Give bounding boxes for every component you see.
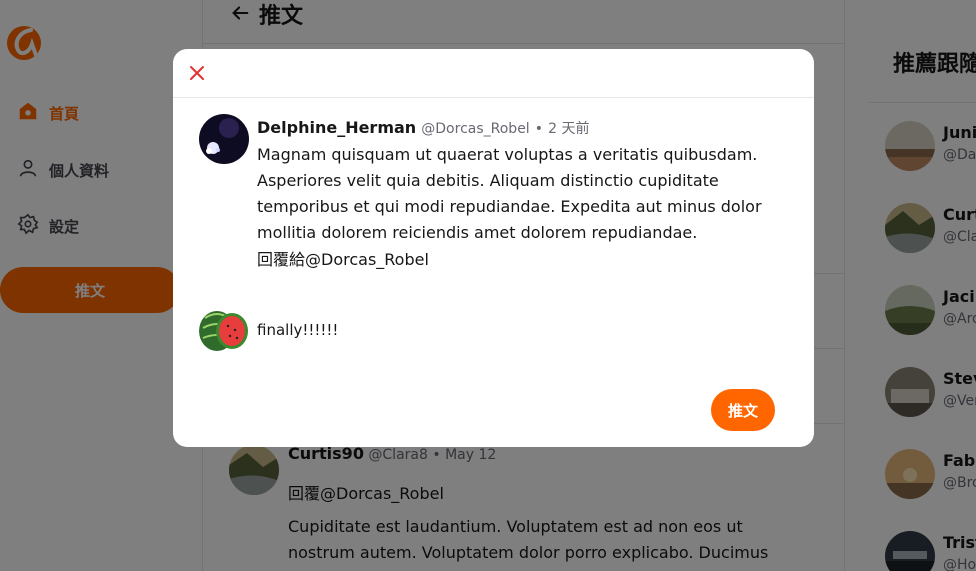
watermelon-avatar-icon[interactable] [199, 306, 249, 356]
reply-input[interactable] [257, 317, 777, 343]
submit-reply-button[interactable]: 推文 [711, 389, 775, 431]
tweet-header: Delphine_Herman @Dorcas_Robel • 2 天前 [257, 118, 590, 138]
separator-dot: • [534, 121, 544, 137]
reply-modal: Delphine_Herman @Dorcas_Robel • 2 天前 Mag… [173, 49, 814, 447]
divider [173, 97, 814, 98]
avatar[interactable] [199, 114, 249, 164]
tweet-author-handle: @Dorcas_Robel [421, 121, 530, 137]
tweet-body: Magnam quisquam ut quaerat voluptas a ve… [257, 145, 762, 242]
tweet-time: 2 天前 [548, 121, 590, 137]
close-icon[interactable] [188, 64, 206, 82]
tweet-reply-to: 回覆給@Dorcas_Robel [257, 250, 429, 269]
tweet-author-name[interactable]: Delphine_Herman [257, 118, 416, 137]
